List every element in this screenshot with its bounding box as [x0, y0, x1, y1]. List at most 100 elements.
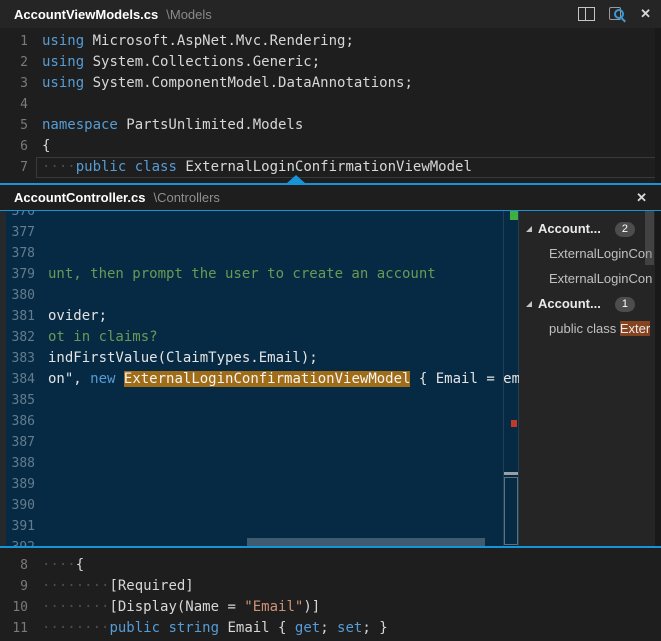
line-number: 384	[0, 369, 35, 390]
peek-close-icon[interactable]: ✕	[636, 185, 647, 210]
line-number: 383	[0, 348, 35, 369]
line-number: 2	[0, 52, 28, 73]
peek-body: 376377378379 unt, then prompt the user to…	[0, 211, 661, 546]
code-text: unt, then prompt the user to create an a…	[48, 266, 436, 282]
code-line[interactable]: 10········[Display(Name = "Email")]	[0, 597, 661, 618]
code-line[interactable]: 380	[0, 285, 519, 306]
code-text: ovider;	[48, 308, 107, 324]
result-file-label: Account...	[538, 296, 601, 311]
code-text: namespace PartsUnlimited.Models	[42, 117, 303, 133]
code-line[interactable]: 6{	[0, 136, 661, 157]
result-reference-row[interactable]: ExternalLoginCon	[519, 268, 655, 290]
code-line[interactable]: 385	[0, 390, 519, 411]
code-text: indFirstValue(ClaimTypes.Email);	[48, 350, 318, 366]
code-line[interactable]: 3 using System.ComponentModel.DataAnnotat…	[0, 73, 661, 94]
line-number: 6	[0, 136, 28, 157]
code-line[interactable]: 388	[0, 453, 519, 474]
peek-editor[interactable]: 376377378379 unt, then prompt the user to…	[0, 211, 519, 546]
line-number: 3	[0, 73, 28, 94]
ruler-cursor-bar	[504, 472, 518, 475]
vscode-editor-window: AccountViewModels.cs \Models ✕ 1 using Mi…	[0, 0, 661, 641]
result-reference-row[interactable]: public class Exter	[519, 318, 655, 340]
split-editor-icon[interactable]	[578, 7, 595, 21]
code-line[interactable]: 377	[0, 222, 519, 243]
code-text: ········[Required]	[42, 578, 194, 594]
code-line[interactable]: 8 ····{	[0, 555, 661, 576]
vertical-scrollbar-slider[interactable]	[504, 477, 518, 545]
code-line[interactable]: 7 ····public class ExternalLoginConfirmat…	[0, 157, 661, 178]
line-number: 382	[0, 327, 35, 348]
results-scrollbar-slider[interactable]	[645, 211, 654, 265]
code-line[interactable]: 391	[0, 516, 519, 537]
peek-anchor-arrow-icon	[287, 175, 305, 183]
horizontal-scrollbar-slider[interactable]	[247, 538, 485, 546]
result-file-row[interactable]: Account... 1	[519, 293, 655, 315]
code-text: using System.ComponentModel.DataAnnotati…	[42, 75, 413, 91]
code-line[interactable]: 386	[0, 411, 519, 432]
code-line[interactable]: 11········public string Email { get; set…	[0, 618, 661, 639]
editor-code-area-bottom[interactable]: 8 ····{ 9 ········[Required] 10········[Disp…	[0, 548, 661, 641]
code-line[interactable]: 4	[0, 94, 661, 115]
code-line[interactable]: 389	[0, 474, 519, 495]
code-text: ot in claims?	[48, 329, 158, 345]
line-number: 391	[0, 516, 35, 537]
code-line[interactable]: 378	[0, 243, 519, 264]
code-text: ········public string Email { get; set; …	[42, 620, 388, 636]
line-number: 10	[0, 597, 28, 618]
line-number: 8	[0, 555, 28, 576]
twistie-expanded-icon[interactable]	[526, 226, 532, 232]
tab-filename[interactable]: AccountViewModels.cs	[14, 7, 158, 22]
code-line[interactable]: 376	[0, 211, 519, 222]
result-file-row[interactable]: Account... 2	[519, 218, 655, 240]
editor-title-bar: AccountViewModels.cs \Models ✕	[0, 0, 661, 28]
error-marker-red	[511, 420, 517, 427]
code-line[interactable]: 379 unt, then prompt the user to create a…	[0, 264, 519, 285]
code-text: ····{	[42, 557, 84, 573]
line-number: 1	[0, 31, 28, 52]
code-line[interactable]: 2 using System.Collections.Generic;	[0, 52, 661, 73]
code-line[interactable]: 387	[0, 432, 519, 453]
line-number: 390	[0, 495, 35, 516]
line-number: 376	[0, 211, 35, 222]
reference-count-badge: 2	[615, 222, 635, 237]
line-number: 381	[0, 306, 35, 327]
line-number: 379	[0, 264, 35, 285]
line-number: 385	[0, 390, 35, 411]
code-line[interactable]: 384 on", new ExternalLoginConfirmationVie…	[0, 369, 519, 390]
code-line[interactable]: 381 ovider;	[0, 306, 519, 327]
twistie-expanded-icon[interactable]	[526, 301, 532, 307]
tab-path: \Models	[166, 7, 212, 22]
code-line[interactable]: 9 ········[Required]	[0, 576, 661, 597]
reference-count-badge: 1	[615, 297, 635, 312]
open-preview-icon[interactable]	[609, 6, 626, 22]
result-reference-row[interactable]: ExternalLoginCon	[519, 243, 655, 265]
line-number: 378	[0, 243, 35, 264]
editor-code-area-top[interactable]: 1 using Microsoft.AspNet.Mvc.Rendering; 2u…	[0, 28, 661, 183]
result-file-label: Account...	[538, 221, 601, 236]
peek-header: AccountController.cs \Controllers ✕	[0, 185, 661, 210]
code-text: on", new ExternalLoginConfirmationViewMo…	[48, 371, 519, 387]
magnifier-handle	[621, 18, 626, 23]
code-line[interactable]: 382 ot in claims?	[0, 327, 519, 348]
line-number: 9	[0, 576, 28, 597]
line-number: 7	[0, 157, 28, 178]
code-text: using Microsoft.AspNet.Mvc.Rendering;	[42, 33, 354, 49]
line-number: 392	[0, 537, 35, 546]
code-line[interactable]: 1 using Microsoft.AspNet.Mvc.Rendering;	[0, 31, 661, 52]
line-number: 386	[0, 411, 35, 432]
code-text: ····public class ExternalLoginConfirmati…	[42, 159, 472, 175]
line-number: 388	[0, 453, 35, 474]
line-number: 387	[0, 432, 35, 453]
code-line[interactable]: 390	[0, 495, 519, 516]
peek-path: \Controllers	[153, 190, 219, 205]
close-editor-icon[interactable]: ✕	[640, 0, 651, 28]
code-line[interactable]: 383 indFirstValue(ClaimTypes.Email);	[0, 348, 519, 369]
line-number: 5	[0, 115, 28, 136]
peek-references-view: AccountController.cs \Controllers ✕ 3763…	[0, 183, 661, 548]
change-marker-green	[510, 211, 518, 220]
line-number: 380	[0, 285, 35, 306]
code-text: using System.Collections.Generic;	[42, 54, 320, 70]
code-line[interactable]: 5 namespace PartsUnlimited.Models	[0, 115, 661, 136]
peek-results-list: Account... 2 ExternalLoginCon ExternalLogin…	[519, 211, 655, 546]
code-text: {	[42, 138, 50, 154]
